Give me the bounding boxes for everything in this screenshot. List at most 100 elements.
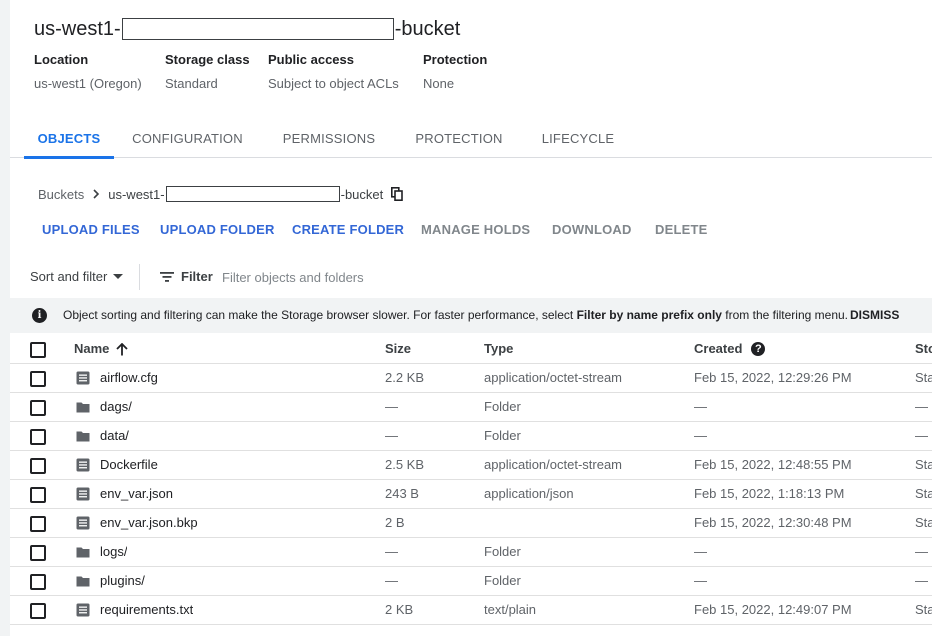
object-name[interactable]: requirements.txt [100, 596, 193, 624]
property-storage-class: Storage class Standard [165, 52, 250, 91]
column-label: Created [694, 341, 743, 356]
row-checkbox[interactable] [30, 603, 46, 619]
upload-folder-button[interactable]: UPLOAD FOLDER [160, 222, 275, 237]
dismiss-button[interactable]: DISMISS [850, 308, 899, 322]
filter-icon [160, 271, 174, 282]
tab-bar: OBJECTS CONFIGURATION PERMISSIONS PROTEC… [10, 120, 932, 159]
table-row[interactable]: plugins/ — Folder — — [10, 567, 932, 596]
table-row[interactable]: logs/ — Folder — — [10, 538, 932, 567]
delete-button[interactable]: DELETE [655, 222, 707, 237]
banner-text: from the filtering menu. [721, 308, 849, 322]
breadcrumb-current-prefix: us-west1- [108, 186, 165, 202]
object-size: — [385, 573, 398, 588]
object-type: text/plain [484, 602, 537, 617]
object-created: — [694, 544, 707, 559]
object-name[interactable]: logs/ [100, 538, 127, 566]
column-header-storage-class[interactable]: Sto [915, 335, 932, 363]
tab-lifecycle[interactable]: LIFECYCLE [538, 120, 618, 158]
chevron-right-icon [93, 189, 100, 199]
property-label: Public access [268, 52, 354, 67]
filter-bar: Sort and filter Filter [10, 262, 932, 292]
row-checkbox[interactable] [30, 429, 46, 445]
download-button[interactable]: DOWNLOAD [552, 222, 632, 237]
row-checkbox[interactable] [30, 458, 46, 474]
copy-icon[interactable] [391, 187, 404, 201]
property-value: us-west1 (Oregon) [34, 76, 142, 91]
tab-objects[interactable]: OBJECTS [24, 120, 114, 159]
table-row[interactable]: dags/ — Folder — — [10, 393, 932, 422]
object-size: — [385, 399, 398, 414]
property-label: Storage class [165, 52, 250, 67]
object-type: application/octet-stream [484, 370, 623, 385]
file-icon [76, 516, 90, 530]
performance-banner: i Object sorting and filtering can make … [10, 298, 932, 333]
column-header-type[interactable]: Type [484, 335, 513, 363]
object-name[interactable]: data/ [100, 422, 129, 450]
sort-and-filter-dropdown[interactable]: Sort and filter [30, 269, 124, 284]
upload-files-button[interactable]: UPLOAD FILES [42, 222, 140, 237]
folder-icon [76, 429, 90, 443]
property-value: Subject to object ACLs [268, 76, 399, 91]
row-checkbox[interactable] [30, 487, 46, 503]
row-checkbox[interactable] [30, 400, 46, 416]
table-row[interactable]: airflow.cfg 2.2 KB application/octet-strea… [10, 364, 932, 393]
tab-configuration[interactable]: CONFIGURATION [130, 120, 245, 158]
row-checkbox[interactable] [30, 516, 46, 532]
row-checkbox[interactable] [30, 574, 46, 590]
table-row[interactable]: env_var.json.bkp 2 B Feb 15, 2022, 12:30:4… [10, 509, 932, 538]
select-all-checkbox[interactable] [30, 342, 46, 358]
object-name[interactable]: env_var.json.bkp [100, 509, 198, 537]
table-row[interactable]: requirements.txt 2 KB text/plain Feb 15, 20… [10, 596, 932, 625]
banner-text: Object sorting and filtering can make th… [63, 308, 577, 322]
manage-holds-button[interactable]: MANAGE HOLDS [421, 222, 530, 237]
object-storage-class: — [915, 428, 928, 443]
sort-label: Sort and filter [30, 269, 108, 284]
object-storage-class: Sta [915, 370, 932, 385]
object-created: Feb 15, 2022, 12:29:26 PM [694, 370, 852, 385]
object-storage-class: — [915, 573, 928, 588]
redacted-box [121, 18, 394, 40]
bucket-title-prefix: us-west1- [34, 17, 121, 40]
column-header-created[interactable]: Created? [694, 335, 766, 363]
object-created: — [694, 399, 707, 414]
create-folder-button[interactable]: CREATE FOLDER [292, 222, 404, 237]
object-storage-class: Sta [915, 486, 932, 501]
left-edge [0, 0, 10, 636]
info-icon: i [32, 308, 47, 323]
object-name[interactable]: airflow.cfg [100, 364, 158, 392]
property-label: Location [34, 52, 89, 67]
column-header-size[interactable]: Size [385, 335, 411, 363]
object-created: Feb 15, 2022, 12:49:07 PM [694, 602, 852, 617]
breadcrumb-current-suffix: -bucket [340, 186, 384, 202]
object-name[interactable]: Dockerfile [100, 451, 158, 479]
table-row[interactable]: data/ — Folder — — [10, 422, 932, 451]
tab-protection[interactable]: PROTECTION [412, 120, 506, 158]
object-size: 2.5 KB [385, 457, 425, 472]
object-size: 2.2 KB [385, 370, 425, 385]
folder-icon [76, 545, 90, 559]
breadcrumb-buckets[interactable]: Buckets [38, 187, 84, 202]
object-storage-class: Sta [915, 602, 932, 617]
object-storage-class: — [915, 399, 928, 414]
property-protection: Protection None [423, 52, 487, 91]
bucket-title-suffix: -bucket [394, 17, 461, 40]
filter-button[interactable]: Filter [160, 269, 213, 284]
folder-icon [76, 400, 90, 414]
help-icon[interactable]: ? [751, 342, 766, 356]
row-checkbox[interactable] [30, 545, 46, 561]
row-checkbox[interactable] [30, 371, 46, 387]
object-type: Folder [484, 544, 521, 559]
object-storage-class: — [915, 544, 928, 559]
property-location: Location us-west1 (Oregon) [34, 52, 142, 91]
file-icon [76, 603, 90, 617]
object-name[interactable]: dags/ [100, 393, 132, 421]
filter-input[interactable] [222, 266, 522, 288]
table-row[interactable]: env_var.json 243 B application/json Feb 15,… [10, 480, 932, 509]
object-created: — [694, 428, 707, 443]
object-name[interactable]: env_var.json [100, 480, 173, 508]
object-name[interactable]: plugins/ [100, 567, 145, 595]
object-size: 2 KB [385, 602, 414, 617]
column-header-name[interactable]: Name [74, 335, 129, 363]
table-row[interactable]: Dockerfile 2.5 KB application/octet-stream… [10, 451, 932, 480]
tab-permissions[interactable]: PERMISSIONS [278, 120, 380, 158]
